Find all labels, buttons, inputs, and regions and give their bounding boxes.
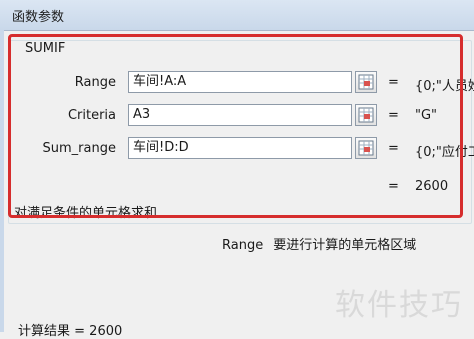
criteria-equals: = bbox=[388, 108, 399, 123]
function-description: 对满足条件的单元格求和 bbox=[14, 206, 158, 221]
watermark: 软件技巧 bbox=[335, 288, 463, 323]
range-picker-icon bbox=[358, 74, 374, 90]
total-value: 2600 bbox=[415, 179, 449, 194]
window-left-edge bbox=[0, 30, 4, 332]
criteria-picker-button[interactable] bbox=[355, 104, 377, 126]
calculation-result: 计算结果 = 2600 bbox=[18, 320, 122, 339]
dialog-title: 函数参数 bbox=[12, 10, 65, 25]
range-equals: = bbox=[388, 75, 399, 90]
criteria-label: Criteria bbox=[67, 108, 116, 123]
sum-range-result: {0;"应付工 bbox=[415, 145, 474, 160]
range-picker-icon bbox=[358, 140, 374, 156]
range-label: Range bbox=[74, 75, 116, 90]
sum-range-input[interactable]: 车间!D:D bbox=[128, 137, 352, 159]
function-groupbox: SUMIF bbox=[8, 40, 472, 224]
criteria-input[interactable]: A3 bbox=[128, 104, 352, 126]
range-picker-button[interactable] bbox=[355, 71, 377, 93]
range-input[interactable]: 车间!A:A bbox=[128, 71, 352, 93]
range-result: {0;"人员姓 bbox=[415, 79, 474, 94]
sum-range-equals: = bbox=[388, 141, 399, 156]
function-name: SUMIF bbox=[23, 41, 68, 56]
total-equals: = bbox=[388, 179, 399, 194]
sum-range-picker-button[interactable] bbox=[355, 137, 377, 159]
help-param-text: 要进行计算的单元格区域 bbox=[273, 238, 417, 253]
sum-range-label: Sum_range bbox=[42, 141, 116, 156]
argument-help: Range 要进行计算的单元格区域 bbox=[222, 234, 416, 253]
dialog-titlebar: 函数参数 bbox=[0, 0, 474, 31]
criteria-result: "G" bbox=[415, 108, 438, 123]
help-param-name: Range bbox=[222, 238, 264, 253]
range-picker-icon bbox=[358, 107, 374, 123]
